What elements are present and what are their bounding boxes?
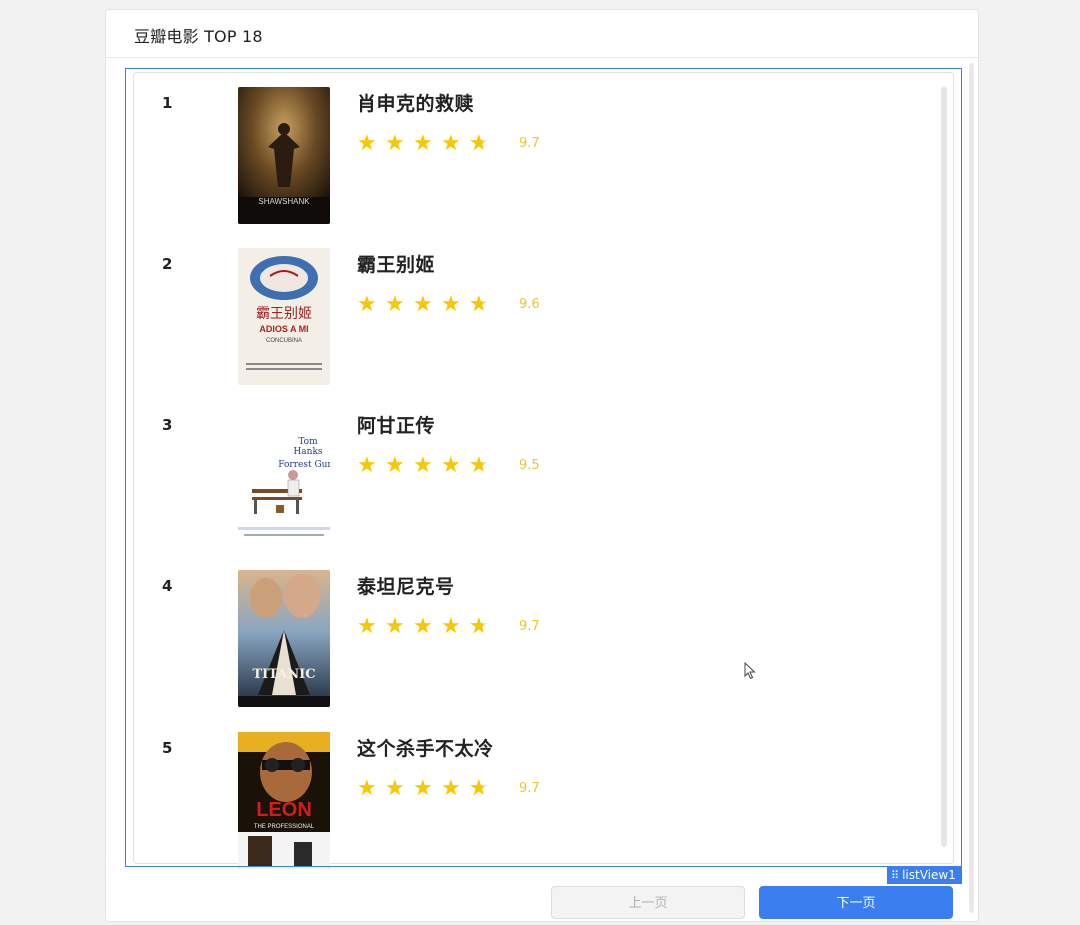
page-title: 豆瓣电影 TOP 18	[134, 27, 263, 46]
next-page-button[interactable]: 下一页	[759, 886, 953, 919]
mouse-cursor-icon	[744, 662, 756, 680]
prev-page-button[interactable]: 上一页	[551, 886, 745, 919]
listview-tag[interactable]: ⠿ listView1	[887, 867, 962, 884]
drag-grip-icon[interactable]: ⠿	[891, 869, 899, 882]
listview-tag-label: listView1	[902, 868, 956, 882]
outer-scrollbar[interactable]	[969, 63, 974, 913]
listview-selection-frame	[125, 68, 962, 867]
card-header: 豆瓣电影 TOP 18	[106, 10, 978, 58]
